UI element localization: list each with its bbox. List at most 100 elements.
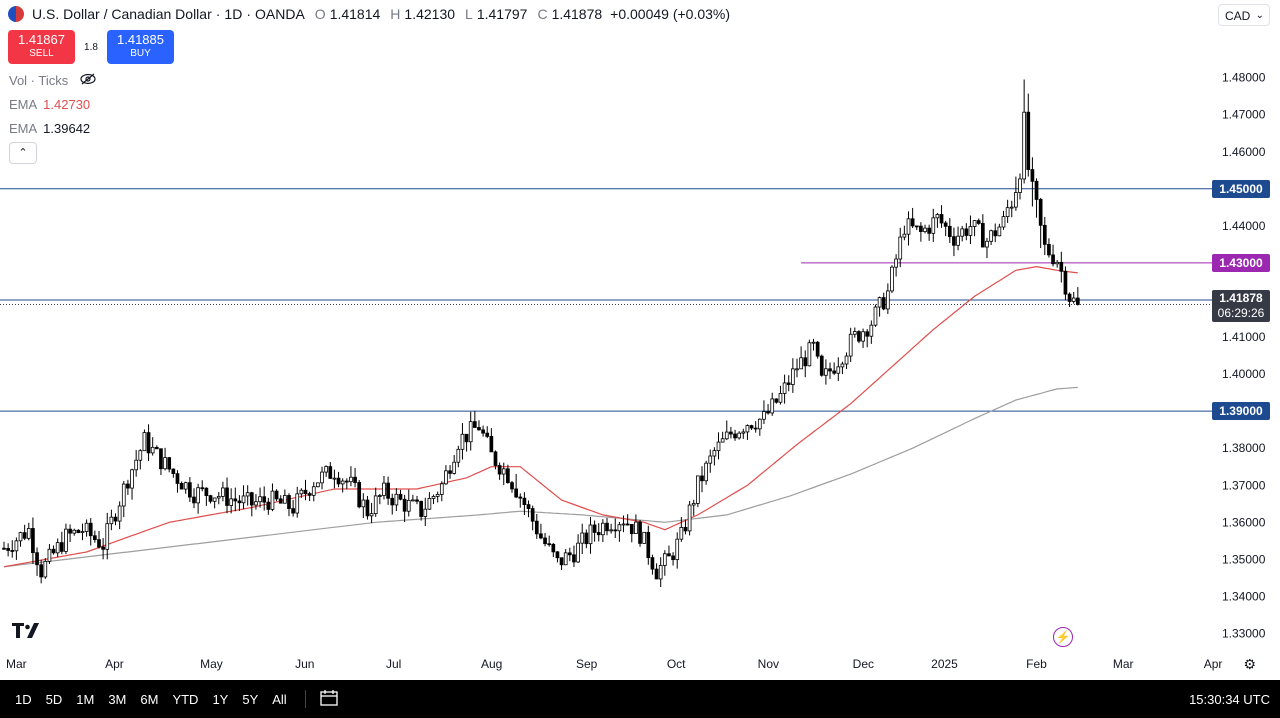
candle-body: [927, 227, 931, 234]
range-button-1y[interactable]: 1Y: [212, 692, 228, 707]
candle-body: [819, 355, 824, 376]
candle-body: [1042, 224, 1047, 245]
candle-body: [799, 357, 803, 370]
symbol-name[interactable]: U.S. Dollar / Canadian Dollar: [32, 6, 212, 22]
candle-body: [349, 476, 353, 483]
candle-body: [14, 540, 19, 552]
candle-body: [679, 527, 684, 540]
range-button-all[interactable]: All: [272, 692, 286, 707]
candle-body: [357, 482, 362, 508]
bottom-toolbar: 1D 5D 1M 3M 6M YTD 1Y 5Y All 15:30:34 UTC: [0, 680, 1280, 718]
source-separator: ·: [246, 6, 251, 22]
currency-select[interactable]: CAD ⌄: [1218, 4, 1270, 26]
candle-body: [539, 533, 543, 539]
x-tick-label: Jun: [295, 657, 314, 671]
volume-label: Vol · Ticks: [9, 73, 69, 88]
candle-body: [254, 501, 258, 506]
candle-body: [241, 495, 246, 504]
candle-body: [704, 462, 708, 482]
candle-body: [972, 220, 977, 227]
candle-body: [171, 468, 176, 475]
candle-body: [431, 496, 436, 499]
buy-button[interactable]: 1.41885 BUY: [107, 30, 174, 64]
candle-body: [774, 398, 779, 403]
candle-body: [828, 368, 832, 372]
candle-body: [35, 552, 39, 566]
time-range-group: 1D 5D 1M 3M 6M YTD 1Y 5Y All: [0, 692, 287, 707]
candle-body: [1018, 178, 1022, 193]
candle-body: [167, 457, 172, 470]
candle-body: [716, 441, 721, 452]
candle-body: [72, 529, 77, 534]
candle-body: [935, 214, 940, 219]
candle-body: [534, 520, 539, 535]
range-button-5y[interactable]: 5Y: [242, 692, 258, 707]
candle-body: [1055, 261, 1060, 265]
candle-body: [448, 470, 452, 474]
candle-body: [811, 341, 816, 344]
candle-body: [522, 497, 527, 506]
candle-body: [807, 342, 812, 367]
candle-body: [394, 493, 399, 506]
candle-body: [939, 214, 944, 224]
candle-body: [832, 370, 837, 374]
candle-body: [18, 532, 23, 542]
candle-body: [985, 240, 989, 248]
candle-body: [316, 482, 320, 488]
candle-body: [150, 446, 155, 454]
candle-body: [712, 450, 717, 457]
candle-body: [894, 258, 898, 268]
range-button-3m[interactable]: 3M: [108, 692, 126, 707]
candle-body: [1001, 216, 1006, 228]
chevron-up-icon: ⌃: [18, 147, 28, 159]
ema-fast-line: [3, 265, 1078, 568]
candle-body: [159, 448, 163, 470]
tradingview-logo-icon: [12, 620, 44, 645]
range-button-1d[interactable]: 1D: [15, 692, 32, 707]
candle-body: [782, 382, 787, 394]
range-button-1m[interactable]: 1M: [76, 692, 94, 707]
candle-body: [121, 483, 126, 507]
lightning-icon[interactable]: ⚡: [1053, 627, 1073, 647]
x-tick-label: 2025: [931, 657, 958, 671]
candle-body: [353, 476, 357, 483]
calendar-icon[interactable]: [320, 689, 338, 709]
candle-body: [1022, 111, 1026, 180]
candle-body: [88, 522, 93, 537]
ema-fast-indicator-row[interactable]: EMA 1.42730: [9, 97, 90, 112]
range-button-6m[interactable]: 6M: [140, 692, 158, 707]
candle-body: [22, 532, 27, 539]
high-label: H: [390, 6, 401, 22]
ema-slow-indicator-row[interactable]: EMA 1.39642: [9, 121, 90, 136]
candle-body: [406, 499, 411, 512]
candle-body: [307, 493, 312, 496]
candle-body: [1059, 261, 1064, 272]
candle-body: [852, 331, 857, 335]
candle-body: [324, 466, 328, 473]
collapse-legend-button[interactable]: ⌃: [9, 142, 37, 164]
settings-gear-icon[interactable]: ⚙: [1243, 656, 1256, 673]
low-label: L: [465, 6, 473, 22]
price-chart[interactable]: 1.48000 1.47000 1.46000 1.44000 1.41000 1.400…: [0, 0, 1280, 718]
range-button-ytd[interactable]: YTD: [172, 692, 198, 707]
candle-body: [249, 492, 254, 506]
utc-clock[interactable]: 15:30:34 UTC: [1189, 692, 1270, 707]
y-tick-label: 1.46000: [1222, 145, 1266, 159]
candle-body: [700, 475, 704, 482]
candle-body: [960, 228, 965, 237]
candle-body: [840, 363, 845, 368]
sell-button[interactable]: 1.41867 SELL: [8, 30, 75, 64]
eye-slash-icon[interactable]: [80, 73, 96, 88]
candle-body: [382, 482, 386, 496]
candle-body: [266, 501, 271, 510]
volume-indicator-row[interactable]: Vol · Ticks: [9, 73, 96, 88]
candle-body: [1067, 293, 1072, 302]
candle-body: [336, 477, 341, 485]
candle-body: [221, 487, 225, 497]
interval-label[interactable]: 1D: [224, 6, 242, 22]
candle-body: [295, 493, 300, 514]
range-button-5d[interactable]: 5D: [46, 692, 63, 707]
candle-body: [1014, 192, 1018, 208]
candle-body: [584, 532, 589, 545]
candle-body: [510, 482, 514, 490]
